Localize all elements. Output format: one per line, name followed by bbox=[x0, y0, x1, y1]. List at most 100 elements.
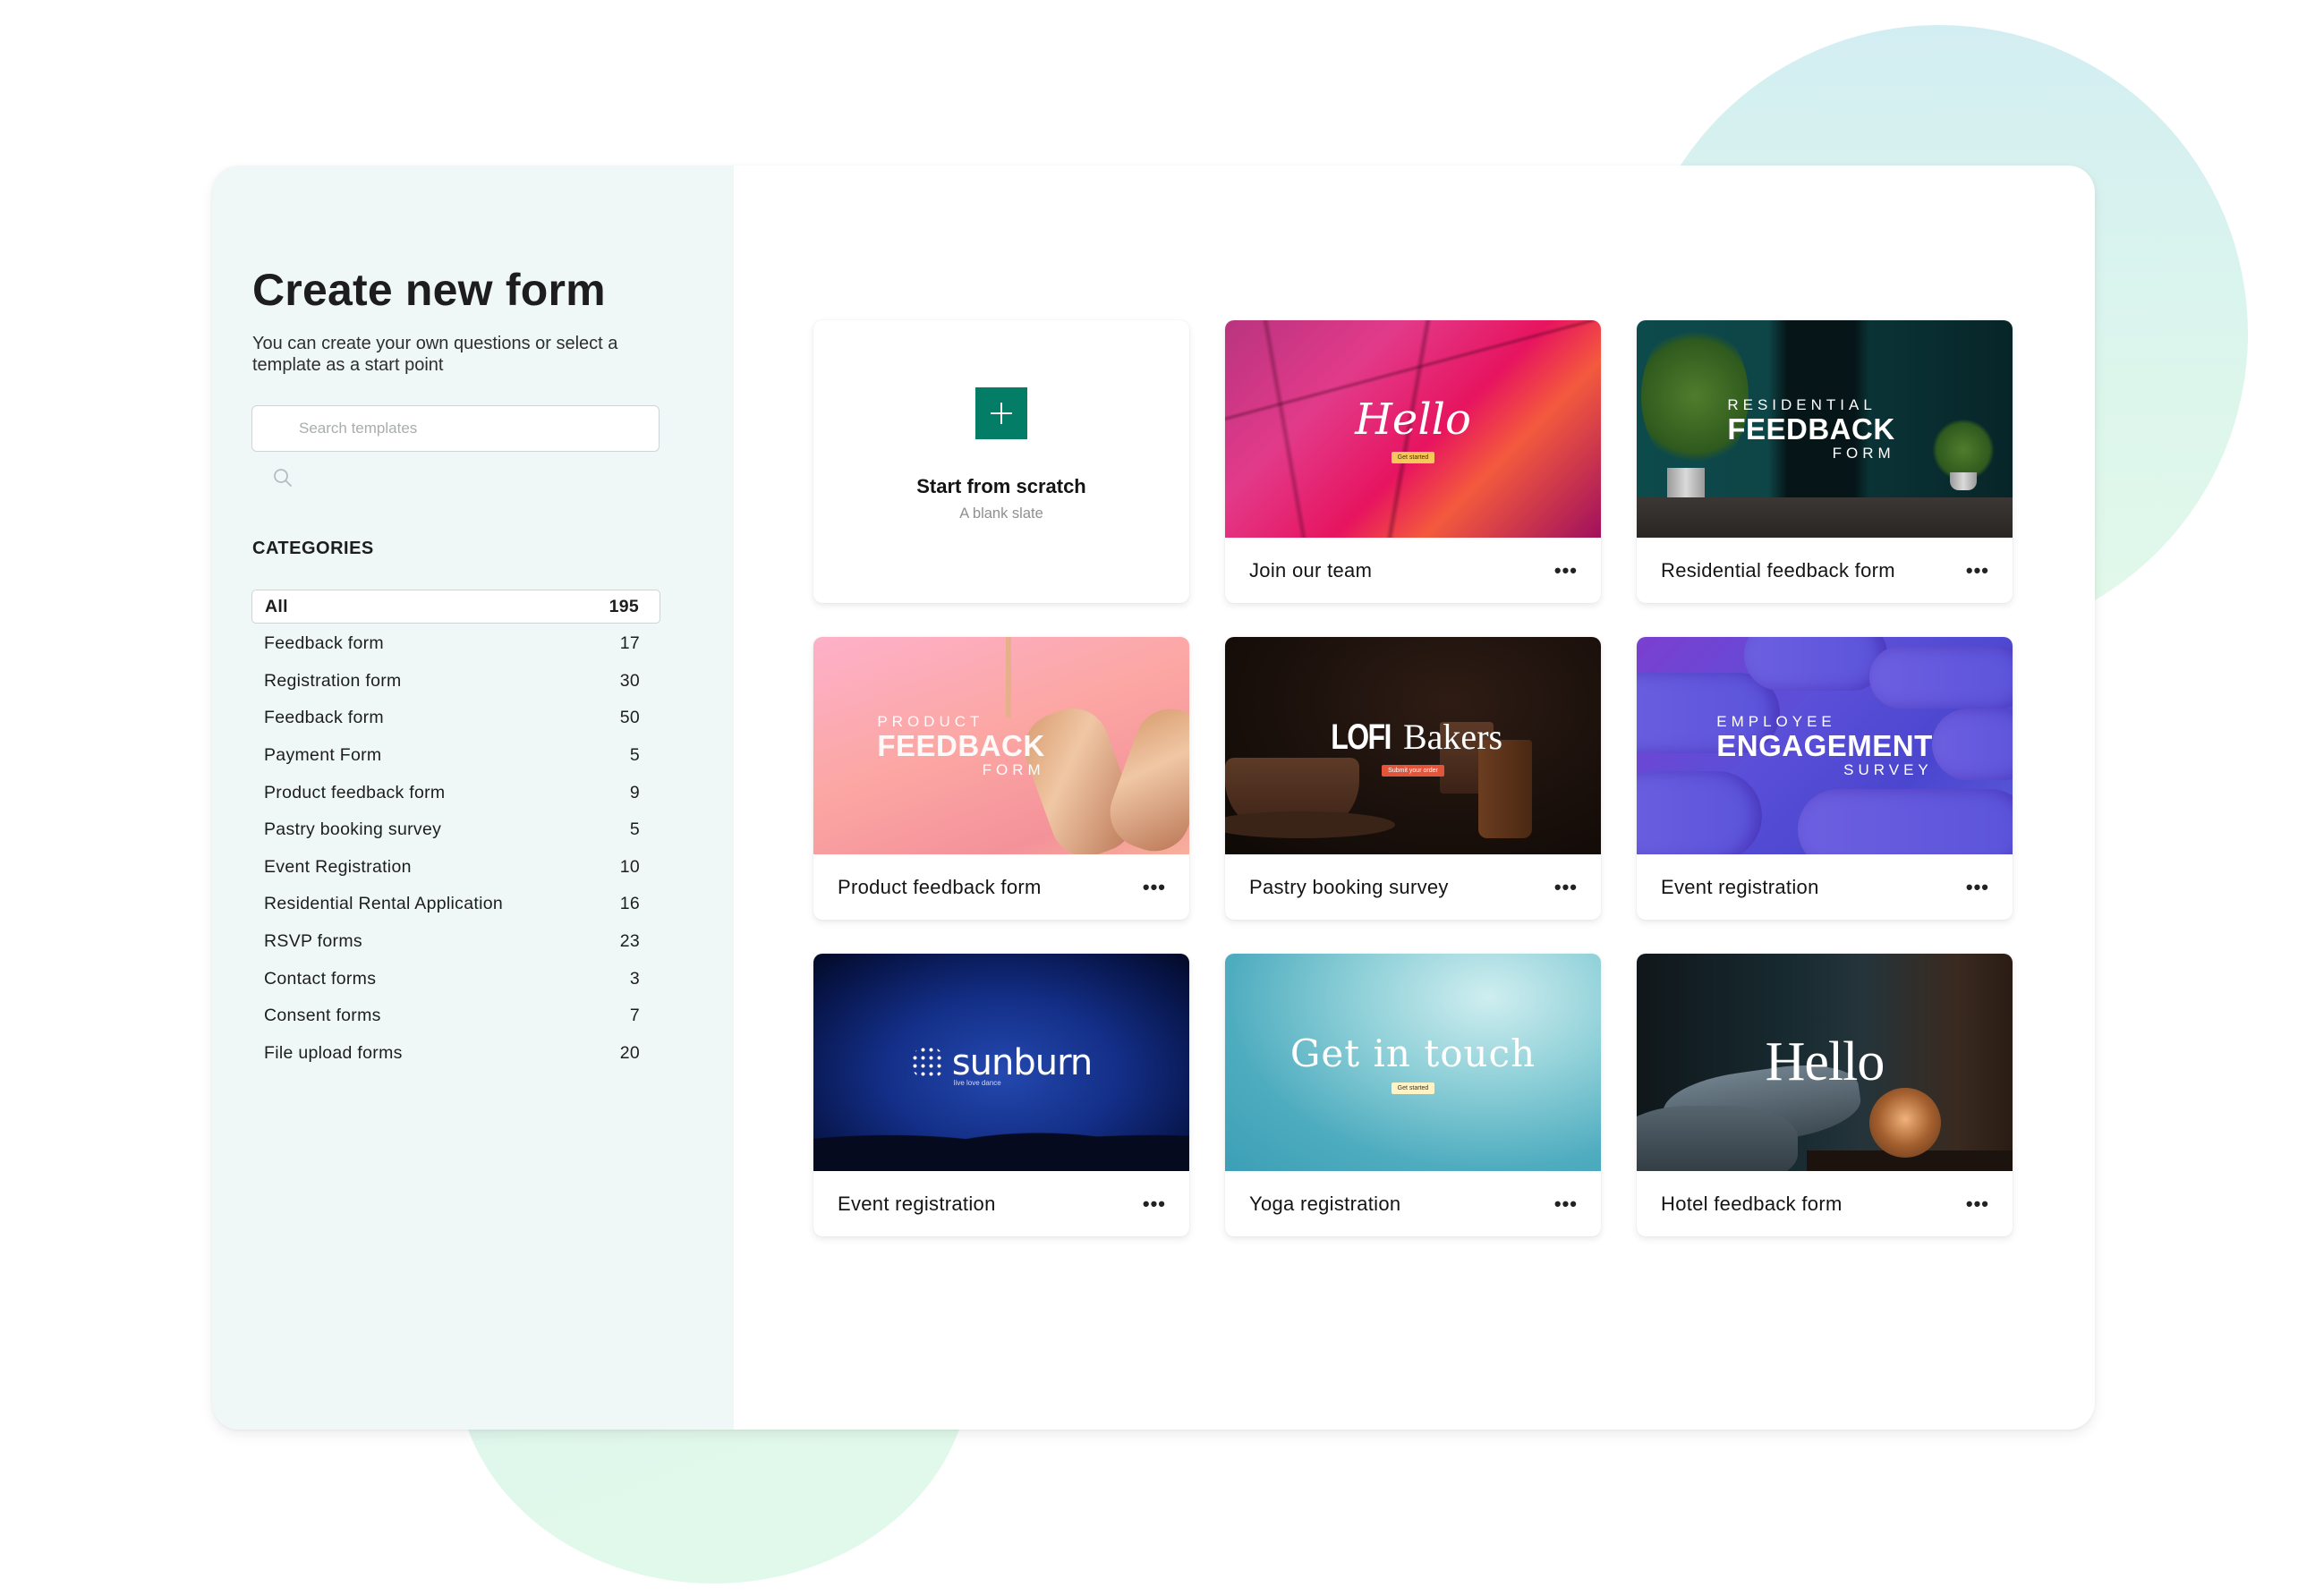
category-item[interactable]: Pastry booking survey 5 bbox=[251, 811, 660, 849]
thumbnail-main-text: FEEDBACK bbox=[1727, 412, 1895, 446]
category-label: Feedback form bbox=[264, 708, 384, 728]
template-card[interactable]: RESIDENTIAL FEEDBACK FORM Residential fe… bbox=[1637, 320, 2013, 603]
category-count: 9 bbox=[629, 782, 640, 802]
thumbnail-main-text: FEEDBACK bbox=[877, 728, 1045, 762]
category-count: 23 bbox=[619, 931, 640, 952]
thumbnail-brand: sunburn bbox=[951, 1041, 1093, 1083]
page-subtitle: You can create your own questions or sel… bbox=[252, 334, 618, 375]
category-count: 20 bbox=[619, 1042, 640, 1063]
thumbnail-top-text: RESIDENTIAL bbox=[1727, 395, 1877, 413]
search-input[interactable] bbox=[252, 406, 659, 451]
category-item[interactable]: RSVP forms 23 bbox=[251, 923, 660, 961]
category-item[interactable]: Feedback form 17 bbox=[251, 625, 660, 663]
category-label: Pastry booking survey bbox=[264, 819, 442, 840]
category-count: 5 bbox=[629, 819, 640, 840]
category-list: All 195 Feedback form 17 Registration form… bbox=[251, 590, 660, 1072]
template-card[interactable]: Hello Get started Join our team ••• bbox=[1225, 320, 1601, 603]
thumbnail-button: Get started bbox=[1391, 1082, 1435, 1094]
template-grid: Start from scratch A blank slate Hello G… bbox=[813, 320, 2013, 1236]
template-title: Product feedback form bbox=[838, 875, 1042, 898]
category-count: 195 bbox=[609, 596, 639, 616]
search-field[interactable] bbox=[251, 405, 660, 452]
category-label: Event Registration bbox=[264, 856, 412, 877]
thumbnail-bottom-text: FORM bbox=[1832, 444, 1895, 462]
thumbnail-top-text: EMPLOYEE bbox=[1716, 712, 1836, 730]
template-title: Residential feedback form bbox=[1661, 558, 1895, 582]
template-thumbnail: Get in touch Get started bbox=[1225, 954, 1601, 1171]
search-icon[interactable] bbox=[272, 467, 294, 488]
template-thumbnail: RESIDENTIAL FEEDBACK FORM bbox=[1637, 320, 2013, 538]
thumbnail-brand-serif: Bakers bbox=[1403, 716, 1503, 757]
category-count: 17 bbox=[619, 633, 640, 654]
template-card[interactable]: sunburn live love dance Event registrati… bbox=[813, 954, 1189, 1236]
category-count: 3 bbox=[629, 968, 640, 989]
category-count: 16 bbox=[619, 894, 640, 914]
template-title: Pastry booking survey bbox=[1249, 875, 1449, 898]
template-thumbnail: EMPLOYEE ENGAGEMENT SURVEY bbox=[1637, 637, 2013, 854]
template-thumbnail: sunburn live love dance bbox=[813, 954, 1189, 1171]
category-item[interactable]: File upload forms 20 bbox=[251, 1035, 660, 1073]
template-title: Event registration bbox=[1661, 875, 1819, 898]
category-count: 50 bbox=[619, 708, 640, 728]
sunburn-logo-icon bbox=[910, 1045, 945, 1080]
sidebar: Create new form You can create your own … bbox=[212, 166, 734, 1430]
thumbnail-top-text: PRODUCT bbox=[877, 712, 984, 730]
more-options-icon[interactable]: ••• bbox=[1554, 560, 1578, 581]
template-title: Hotel feedback form bbox=[1661, 1192, 1843, 1215]
category-item[interactable]: Feedback form 50 bbox=[251, 700, 660, 737]
more-options-icon[interactable]: ••• bbox=[1966, 1193, 1989, 1214]
template-thumbnail: Hello bbox=[1637, 954, 2013, 1171]
more-options-icon[interactable]: ••• bbox=[1554, 877, 1578, 897]
template-card[interactable]: Hello Hotel feedback form ••• bbox=[1637, 954, 2013, 1236]
category-label: Contact forms bbox=[264, 968, 377, 989]
scratch-subtitle: A blank slate bbox=[959, 505, 1043, 522]
template-card[interactable]: LOFI Bakers Submit your order Pastry boo… bbox=[1225, 637, 1601, 920]
thumbnail-brand-bold: LOFI bbox=[1331, 717, 1392, 757]
category-item-all[interactable]: All 195 bbox=[251, 590, 660, 624]
category-item[interactable]: Consent forms 7 bbox=[251, 998, 660, 1035]
more-options-icon[interactable]: ••• bbox=[1554, 1193, 1578, 1214]
template-thumbnail: LOFI Bakers Submit your order bbox=[1225, 637, 1601, 854]
category-item[interactable]: Residential Rental Application 16 bbox=[251, 886, 660, 923]
template-thumbnail: Hello Get started bbox=[1225, 320, 1601, 538]
template-title: Join our team bbox=[1249, 558, 1373, 582]
template-title: Event registration bbox=[838, 1192, 996, 1215]
more-options-icon[interactable]: ••• bbox=[1143, 1193, 1166, 1214]
thumbnail-button: Get started bbox=[1391, 452, 1435, 463]
category-item[interactable]: Event Registration 10 bbox=[251, 849, 660, 887]
thumbnail-headline: Hello bbox=[1765, 1031, 1885, 1092]
template-card[interactable]: PRODUCT FEEDBACK FORM Product feedback f… bbox=[813, 637, 1189, 920]
category-label: All bbox=[265, 596, 288, 616]
categories-heading: CATEGORIES bbox=[252, 539, 374, 558]
category-label: Payment Form bbox=[264, 745, 382, 766]
category-item[interactable]: Contact forms 3 bbox=[251, 960, 660, 998]
category-label: Consent forms bbox=[264, 1006, 381, 1026]
start-from-scratch-card[interactable]: Start from scratch A blank slate bbox=[813, 320, 1189, 603]
category-label: Feedback form bbox=[264, 633, 384, 654]
thumbnail-headline: Hello bbox=[1355, 395, 1471, 445]
category-label: Registration form bbox=[264, 670, 402, 691]
plus-icon bbox=[975, 386, 1027, 439]
template-card[interactable]: EMPLOYEE ENGAGEMENT SURVEY Event registr… bbox=[1637, 637, 2013, 920]
category-item[interactable]: Registration form 30 bbox=[251, 663, 660, 700]
template-card[interactable]: Get in touch Get started Yoga registrati… bbox=[1225, 954, 1601, 1236]
thumbnail-tagline: live love dance bbox=[953, 1078, 1001, 1087]
thumbnail-bottom-text: FORM bbox=[982, 760, 1045, 778]
category-label: Residential Rental Application bbox=[264, 894, 503, 914]
thumbnail-main-text: ENGAGEMENT bbox=[1716, 728, 1933, 762]
page-title: Create new form bbox=[252, 265, 606, 315]
scratch-title: Start from scratch bbox=[916, 474, 1086, 497]
category-item[interactable]: Product feedback form 9 bbox=[251, 774, 660, 811]
more-options-icon[interactable]: ••• bbox=[1143, 877, 1166, 897]
category-count: 30 bbox=[619, 670, 640, 691]
category-label: Product feedback form bbox=[264, 782, 446, 802]
category-count: 10 bbox=[619, 856, 640, 877]
more-options-icon[interactable]: ••• bbox=[1966, 877, 1989, 897]
create-form-dialog: Create new form You can create your own … bbox=[212, 166, 2095, 1430]
category-item[interactable]: Payment Form 5 bbox=[251, 737, 660, 775]
template-title: Yoga registration bbox=[1249, 1192, 1401, 1215]
category-label: RSVP forms bbox=[264, 931, 362, 952]
more-options-icon[interactable]: ••• bbox=[1966, 560, 1989, 581]
category-label: File upload forms bbox=[264, 1042, 403, 1063]
category-count: 7 bbox=[629, 1006, 640, 1026]
